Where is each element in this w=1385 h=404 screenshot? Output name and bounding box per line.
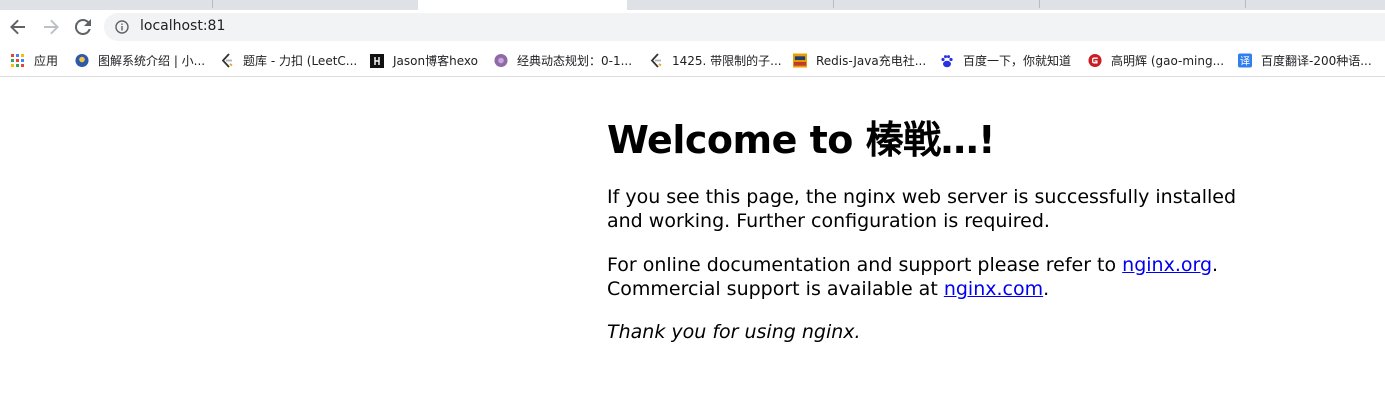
- bookmark-label: 1425. 带限制的子...: [672, 54, 782, 68]
- leetcode-icon: [220, 53, 234, 68]
- bookmark-label: 经典动态规划：0-1...: [517, 54, 633, 68]
- site-avatar-icon: [75, 53, 89, 68]
- bookmark-item[interactable]: Redis-Java充电社...: [793, 52, 926, 69]
- browser-toolbar: localhost:81: [0, 10, 1385, 44]
- support-paragraph: For online documentation and support ple…: [607, 253, 1247, 301]
- apps-grid-icon: [11, 53, 25, 68]
- info-icon[interactable]: [115, 20, 129, 34]
- tab-separator: [1245, 0, 1246, 8]
- tab-strip: [0, 0, 1385, 10]
- bookmark-apps[interactable]: 应用: [11, 52, 58, 69]
- svg-text:译: 译: [1240, 56, 1250, 68]
- support-punct: .: [1212, 254, 1219, 276]
- bookmark-item[interactable]: 图解系统介绍 | 小...: [75, 52, 205, 69]
- bookmark-label: 应用: [34, 54, 59, 68]
- back-arrow-icon: [10, 19, 25, 35]
- support-text: For online documentation and support ple…: [607, 254, 1123, 276]
- forward-arrow-icon: [44, 19, 59, 35]
- bookmark-item[interactable]: Jason博客hexo: [370, 52, 478, 69]
- intro-paragraph: If you see this page, the nginx web serv…: [607, 186, 1237, 232]
- translate-icon: 译: [1238, 53, 1252, 68]
- commercial-text: Commercial support is available at: [607, 278, 944, 300]
- bookmark-item[interactable]: 题库 - 力扣 (LeetC...: [220, 52, 357, 69]
- thanks-paragraph: Thank you for using nginx.: [607, 321, 861, 343]
- bookmark-label: Redis-Java充电社...: [816, 54, 927, 68]
- url-text[interactable]: localhost:81: [140, 18, 225, 34]
- bookmark-item[interactable]: 1425. 带限制的子...: [649, 52, 782, 69]
- bookmark-item[interactable]: 高明辉 (gao-ming...: [1088, 52, 1224, 69]
- bookmark-label: 百度翻译-200种语...: [1261, 54, 1372, 68]
- address-bar[interactable]: localhost:81: [104, 13, 1385, 41]
- forward-button[interactable]: [37, 13, 65, 41]
- commercial-punct: .: [1043, 278, 1050, 300]
- nginx-org-link[interactable]: nginx.org: [1122, 254, 1212, 276]
- bookmark-item[interactable]: 译 百度翻译-200种语...: [1238, 52, 1372, 69]
- tab-separator: [833, 0, 834, 8]
- bookmarks-bar: 应用 图解系统介绍 | 小... 题库 - 力扣 (LeetC... Jason…: [0, 44, 1385, 77]
- page-title: Welcome to 榛戦…!: [607, 118, 995, 162]
- java-icon: [793, 53, 807, 68]
- bookmark-label: 百度一下，你就知道: [963, 54, 1072, 68]
- back-button[interactable]: [4, 13, 32, 41]
- tab-separator: [1039, 0, 1040, 8]
- purple-circle-icon: [494, 53, 508, 68]
- bookmark-item[interactable]: 经典动态规划：0-1...: [494, 52, 632, 69]
- baidu-paw-icon: [940, 54, 954, 68]
- active-tab[interactable]: [418, 0, 627, 10]
- bookmark-label: Jason博客hexo: [393, 54, 478, 68]
- reload-button[interactable]: [69, 13, 97, 41]
- bookmark-label: 题库 - 力扣 (LeetC...: [243, 54, 358, 68]
- leetcode-icon: [649, 53, 663, 68]
- bookmark-item[interactable]: 百度一下，你就知道: [940, 52, 1071, 69]
- bookmark-label: 高明辉 (gao-ming...: [1111, 54, 1225, 68]
- tab-separator: [212, 0, 213, 8]
- nginx-com-link[interactable]: nginx.com: [944, 278, 1043, 300]
- gitee-icon: [1088, 53, 1102, 68]
- bookmark-label: 图解系统介绍 | 小...: [98, 54, 206, 68]
- hexo-icon: [370, 53, 384, 68]
- reload-icon: [75, 19, 91, 35]
